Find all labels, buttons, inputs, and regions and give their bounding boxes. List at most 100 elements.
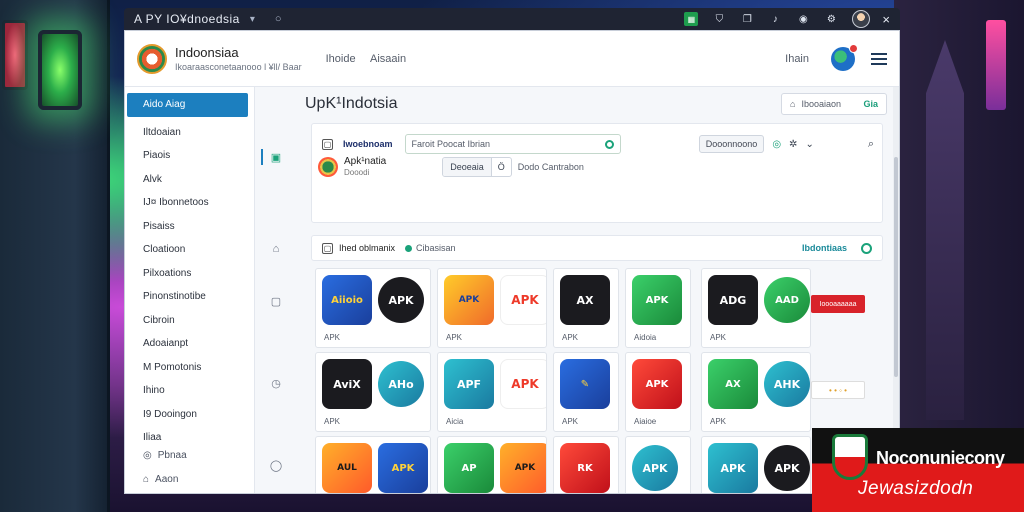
clock-icon[interactable]: ◷ — [270, 377, 282, 390]
promo-banner[interactable]: Noconuniecony Jewasizdodn — [812, 428, 1024, 512]
app-card-icons: APF APK — [444, 359, 546, 409]
header-nav-item[interactable]: Aisaain — [370, 53, 406, 65]
app-icon[interactable]: AHK — [764, 361, 810, 407]
copy-icon[interactable]: ❐ — [740, 12, 754, 26]
app-icon[interactable]: AAD — [764, 277, 810, 323]
sort-button[interactable]: Dooonnoono — [698, 135, 765, 153]
app-icon[interactable]: AX — [708, 359, 758, 409]
app-card[interactable]: APKAPKAPK — [701, 436, 811, 493]
camera-icon[interactable]: ◉ — [796, 12, 810, 26]
app-icon[interactable]: AviX — [322, 359, 372, 409]
menu-icon[interactable] — [871, 52, 887, 65]
sidebar-item[interactable]: Pinonstinotibe — [125, 285, 254, 309]
sidebar-item[interactable]: IJ¤ Ibonnetoos — [125, 191, 254, 215]
user-avatar[interactable] — [852, 10, 871, 28]
section-checkbox[interactable]: ▢ — [322, 242, 333, 254]
app-avatar[interactable] — [318, 156, 338, 177]
title-chevron-icon[interactable]: ▾ — [250, 14, 255, 25]
app-icon[interactable]: APK — [500, 275, 546, 325]
app-card[interactable]: APK Aiaioe — [625, 352, 691, 432]
app-card[interactable]: APK Aidoia — [625, 268, 691, 348]
app-icon[interactable]: AX — [560, 275, 610, 325]
folder-icon[interactable]: ▣ — [270, 151, 282, 164]
sidebar-footer-item[interactable]: ◎ Pbnaa — [125, 444, 254, 468]
app-icon[interactable]: APK — [500, 359, 546, 409]
app-icon[interactable]: AUL — [322, 443, 372, 493]
app-icon[interactable]: APF — [444, 359, 494, 409]
app-card[interactable]: AviX AHo APK — [315, 352, 431, 432]
app-card[interactable]: AULAPKAPK — [315, 436, 431, 493]
app-icon[interactable]: APK — [632, 275, 682, 325]
app-icon[interactable]: APK — [444, 275, 494, 325]
app-icon[interactable]: APK — [500, 443, 546, 493]
section-link[interactable]: Ibdontiaas — [802, 243, 847, 253]
shield-icon[interactable]: ⛉ — [712, 12, 726, 26]
pin-icon[interactable]: ✲ — [789, 139, 797, 150]
green-grid-icon[interactable]: ▦ — [684, 12, 699, 26]
toolbar-tag[interactable]: Iwoebnoam — [343, 139, 393, 149]
sidebar-item[interactable]: I9 Dooingon — [125, 403, 254, 427]
app-icon[interactable]: Aiioio — [322, 275, 372, 325]
sidebar-item[interactable]: Pilxoations — [125, 262, 254, 286]
circle-icon[interactable]: ◯ — [270, 459, 282, 472]
sidebar-item[interactable]: Ihino — [125, 379, 254, 403]
sidebar-item[interactable]: Cibroin — [125, 309, 254, 333]
app-card[interactable]: AX AHK APK — [701, 352, 811, 432]
search-icon[interactable]: ⌕ — [868, 138, 874, 151]
app-card[interactable]: APKAPKAPK — [437, 268, 547, 348]
app-card-label: Aiaioe — [634, 417, 657, 426]
app-icon[interactable]: APK — [708, 443, 758, 493]
app-icon[interactable]: ADG — [708, 275, 758, 325]
app-icon[interactable]: AP — [444, 443, 494, 493]
globe-icon[interactable] — [831, 43, 858, 71]
app-icon[interactable]: APK — [378, 443, 428, 493]
chevron-down-icon[interactable]: ⌄ — [805, 139, 813, 150]
header-nav-item[interactable]: Ihoide — [326, 53, 356, 65]
top-search-button[interactable]: Gia — [863, 99, 878, 109]
titlebar-search-icon[interactable]: ○ — [275, 13, 282, 25]
segmented-control[interactable]: Deoeaia Ö — [442, 156, 512, 177]
app-icon[interactable]: RK — [560, 443, 610, 493]
sidebar-item[interactable]: Aido Aiag — [127, 93, 248, 117]
filter-input[interactable]: Faroit Poocat Ibrian — [404, 134, 621, 154]
app-icon[interactable]: ✎ — [560, 359, 610, 409]
brand-logo[interactable] — [137, 43, 167, 74]
settings-icon[interactable]: ⚙ — [824, 12, 838, 26]
sidebar-item[interactable]: Iltdoaian — [125, 121, 254, 145]
top-search[interactable]: ⌂ Ibooaiaon Gia — [781, 93, 887, 115]
sidebar-item[interactable]: Piaois — [125, 144, 254, 168]
sidebar-item[interactable]: Pisaiss — [125, 215, 254, 239]
home-icon[interactable]: ⌂ — [270, 243, 282, 255]
app-card[interactable]: APAPKAPK — [437, 436, 547, 493]
app-card[interactable]: AX APK — [553, 268, 619, 348]
refresh-icon[interactable]: ◎ — [772, 139, 781, 150]
close-icon[interactable]: × — [882, 12, 890, 27]
app-icon[interactable]: APK — [764, 445, 810, 491]
app-card[interactable]: APKAiodoine — [625, 436, 691, 493]
scrollbar-thumb[interactable] — [894, 157, 898, 377]
app-card[interactable]: Aiioio APK APK — [315, 268, 431, 348]
sidebar-footer-item[interactable]: ⌂ Aaon — [125, 468, 254, 492]
app-icon[interactable]: AHo — [378, 361, 424, 407]
segment-a[interactable]: Deoeaia — [443, 157, 492, 176]
sidebar-item[interactable]: Alvk — [125, 168, 254, 192]
header-link[interactable]: Ihain — [785, 53, 809, 65]
app-card[interactable]: RKAPK — [553, 436, 619, 493]
sidebar-item[interactable]: Adoaianpt — [125, 332, 254, 356]
bell-icon[interactable]: ♪ — [768, 12, 782, 26]
app-icon[interactable]: APK — [632, 359, 682, 409]
segment-b[interactable]: Ö — [492, 158, 511, 176]
app-icon[interactable]: APK — [378, 277, 424, 323]
sidebar-item[interactable]: Cloatioon — [125, 238, 254, 262]
side-chip[interactable]: • • ◦ • — [811, 381, 865, 399]
app-card-icons: APK APK — [444, 275, 546, 325]
app-card[interactable]: ✎ APK — [553, 352, 619, 432]
sidebar-item[interactable]: M Pomotonis — [125, 356, 254, 380]
app-icon[interactable]: APK — [632, 445, 678, 491]
box-icon[interactable]: ▢ — [270, 295, 282, 308]
select-checkbox[interactable]: ▢ — [322, 138, 333, 150]
app-card[interactable]: ADG AAD APK — [701, 268, 811, 348]
app-card[interactable]: APF APK Aicia — [437, 352, 547, 432]
side-badge[interactable]: Ioooaaaaaa — [811, 295, 865, 313]
refresh-circle-icon[interactable] — [861, 242, 872, 254]
